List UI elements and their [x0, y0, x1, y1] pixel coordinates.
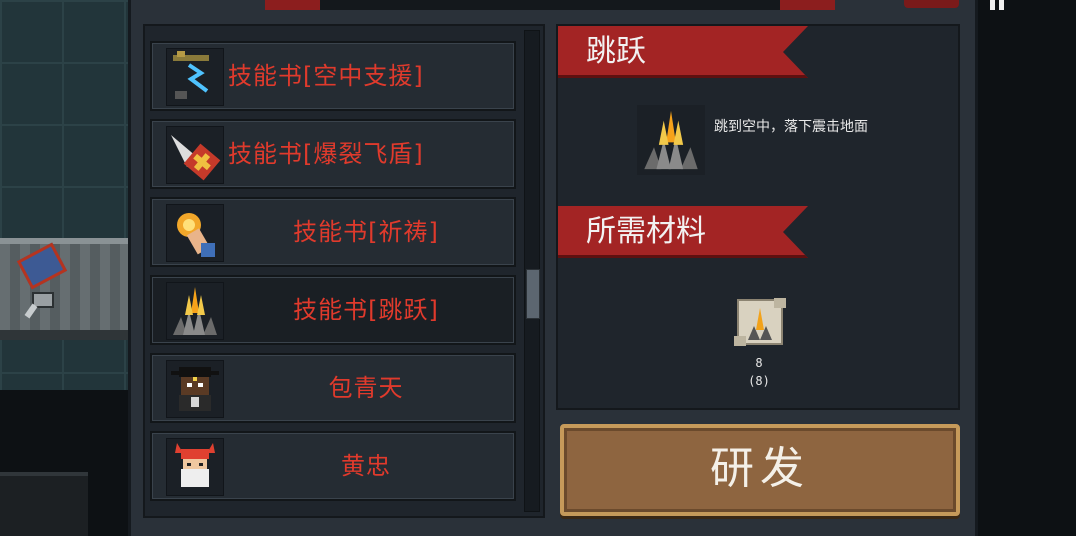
character-bao-icon [166, 360, 224, 418]
skill-description: 跳到空中，落下震击地面 [714, 119, 868, 135]
airstrike-icon [166, 48, 224, 106]
pause-icon[interactable] [990, 0, 1004, 10]
research-button[interactable]: 研发 [560, 424, 960, 516]
material-count: 8 [755, 356, 763, 370]
skill-title: 跳跃 [586, 34, 646, 69]
floor-block [0, 472, 88, 536]
skill-title-ribbon: 跳跃 [558, 26, 808, 78]
list-item-label: 技能书[空中支援] [228, 62, 424, 90]
list-item[interactable]: 黄忠 [150, 431, 516, 501]
pray-icon [166, 204, 224, 262]
jump-icon [637, 105, 705, 175]
materials-title: 所需材料 [586, 214, 706, 249]
shield-icon [166, 126, 224, 184]
list-item[interactable]: 包青天 [150, 353, 516, 423]
list-item-label: 包青天 [328, 374, 404, 402]
list-item-label: 黄忠 [341, 452, 391, 480]
scrollbar-thumb[interactable] [526, 269, 540, 319]
list-item-label: 技能书[跳跃] [293, 296, 439, 324]
game-scene-background [0, 0, 130, 536]
list-item[interactable]: 技能书[爆裂飞盾] [150, 119, 516, 189]
panel-header-bar [265, 0, 835, 10]
materials-title-ribbon: 所需材料 [558, 206, 808, 258]
jump-icon [166, 282, 224, 340]
list-item-selected[interactable]: 技能书[跳跃] [150, 275, 516, 345]
list-item-label: 技能书[祈祷] [293, 218, 439, 246]
close-tab[interactable] [904, 0, 959, 8]
list-scrollbar[interactable] [524, 30, 540, 512]
workbench [0, 238, 130, 340]
list-item-label: 技能书[爆裂飞盾] [228, 140, 424, 168]
hammer-icon [28, 292, 54, 316]
list-item[interactable]: 技能书[祈祷] [150, 197, 516, 267]
material-owned: (8) [748, 374, 770, 388]
character-huang-icon [166, 438, 224, 496]
list-item[interactable]: 技能书[空中支援] [150, 41, 516, 111]
scroll-icon [732, 296, 788, 350]
